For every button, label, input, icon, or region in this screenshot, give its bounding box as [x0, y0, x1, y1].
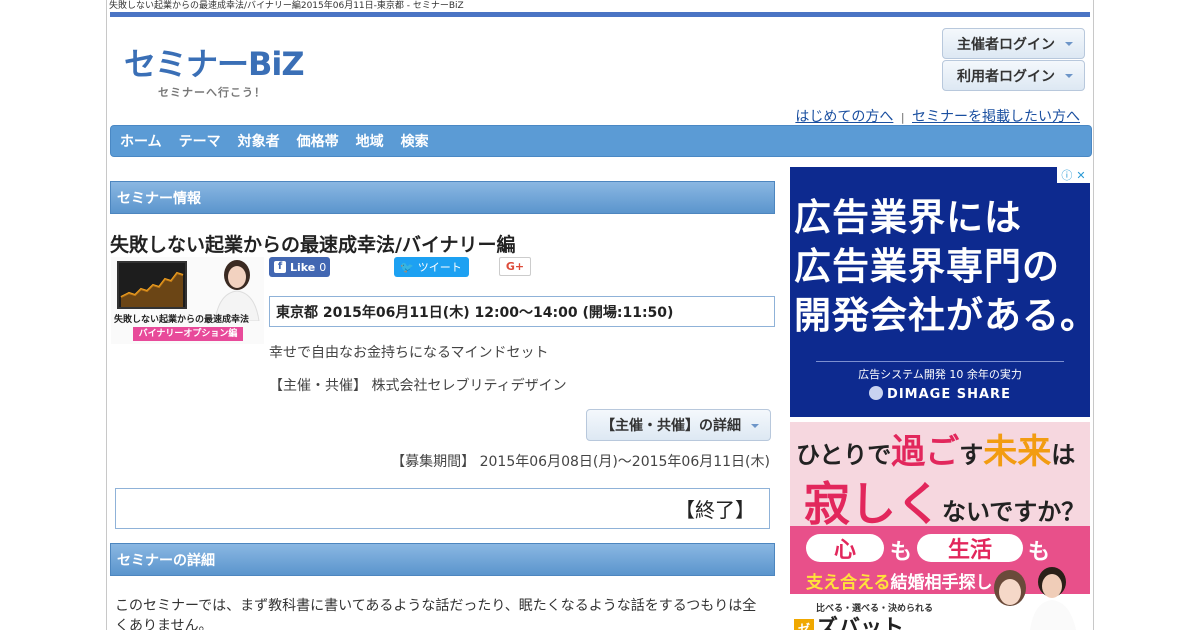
- chevron-down-icon: [751, 424, 759, 428]
- facebook-like-label: Like: [290, 260, 316, 274]
- ad-headline-3: 開発会社がある。: [794, 294, 1090, 337]
- host-detail-label: 【主催・共催】の詳細: [601, 418, 741, 434]
- owner-login-button[interactable]: 主催者ログイン: [942, 28, 1085, 59]
- chevron-down-icon: [1065, 42, 1073, 46]
- ad2-mo-1: も: [890, 540, 913, 565]
- ad2-h1-mid: す: [959, 441, 984, 469]
- ad2-h1-post: は: [1051, 441, 1076, 469]
- ad2-h1-em2: 未来: [983, 432, 1052, 472]
- nav-item-theme[interactable]: テーマ: [179, 131, 221, 151]
- ad2-h2-post: ないですか？: [942, 498, 1086, 526]
- owner-login-label: 主催者ログイン: [957, 36, 1055, 53]
- ad2-logo-text: ズバット: [816, 616, 905, 630]
- google-plus-icon: G+: [505, 260, 525, 273]
- seminar-thumbnail: 失敗しない起業からの最速成幸法 バイナリーオプション編: [111, 257, 264, 344]
- seminar-description: 幸せで自由なお金持ちになるマインドセット: [269, 345, 549, 361]
- info-icon: ⓘ: [1061, 169, 1073, 182]
- ad-choices[interactable]: ⓘ ✕: [1057, 167, 1090, 183]
- nav-item-audience[interactable]: 対象者: [238, 131, 280, 151]
- ad-divider: [816, 361, 1064, 362]
- facebook-icon: f: [274, 261, 286, 273]
- ad-brand: DIMAGE SHARE: [790, 386, 1090, 402]
- ad2-sub-yellow: 支え合える: [806, 573, 891, 593]
- couple-image: [988, 567, 1076, 630]
- facebook-like-button[interactable]: f Like 0: [269, 257, 330, 277]
- chart-screen-image: [117, 261, 187, 309]
- first-time-link[interactable]: はじめての方へ: [795, 109, 893, 125]
- ad2-logo: ゼズバット: [794, 610, 904, 630]
- ad2-h2-em: 寂しく: [804, 477, 942, 531]
- nav-item-search[interactable]: 検索: [401, 131, 429, 151]
- tweet-label: ツイート: [417, 261, 462, 274]
- ad2-pill-heart: 心: [806, 534, 884, 563]
- site-logo[interactable]: セミナーBiZ セミナーへ行こう！: [124, 44, 305, 106]
- twitter-bird-icon: 🐦: [400, 260, 414, 274]
- logo-text: セミナーBiZ: [124, 45, 305, 83]
- link-separator: |: [900, 111, 905, 124]
- host-detail-button[interactable]: 【主催・共催】の詳細: [586, 409, 771, 441]
- status-box: 【終了】: [115, 488, 770, 529]
- thumbnail-caption: 失敗しない起業からの最速成幸法: [114, 315, 250, 325]
- nav-item-price[interactable]: 価格帯: [297, 131, 339, 151]
- seminar-title: 失敗しない起業からの最速成幸法/バイナリー編: [110, 234, 516, 256]
- google-plus-button[interactable]: G+: [499, 257, 531, 276]
- logo-tagline: セミナーへ行こう！: [158, 86, 266, 99]
- ad-banner-marriage[interactable]: ひとりで過ごす未来は 寂しくないですか？ 心 も 生活 も 支え合える結婚相手探…: [790, 422, 1090, 630]
- tweet-button[interactable]: 🐦 ツイート: [394, 257, 469, 277]
- ad-subtext: 広告システム開発 10 余年の実力: [858, 368, 1022, 381]
- seminar-datetime: 東京都 2015年06月11日(木) 12:00～14:00 (開場:11:50…: [269, 296, 775, 327]
- user-login-button[interactable]: 利用者ログイン: [942, 60, 1085, 91]
- seminar-body-text: このセミナーでは、まず教科書に書いてあるような話だったり、眠たくなるような話をす…: [115, 598, 757, 630]
- facebook-like-count: 0: [319, 260, 327, 274]
- accent-bar: [110, 12, 1090, 17]
- recruitment-period: 【募集期間】 2015年06月08日(月)～2015年06月11日(木): [391, 454, 770, 470]
- top-links: はじめての方へ | セミナーを掲載したい方へ: [795, 106, 1080, 126]
- ad2-subline: 支え合える結婚相手探し: [806, 568, 993, 593]
- ad2-headline-2: 寂しくないですか？: [804, 468, 1085, 534]
- ad2-headline-1: ひとりで過ごす未来は: [796, 424, 1075, 473]
- zubat-logo-icon: ゼ: [794, 619, 814, 630]
- ad2-h1-pre: ひとりで: [796, 441, 892, 469]
- thumbnail-subcaption: バイナリーオプション編: [133, 327, 243, 341]
- section-header-detail: セミナーの詳細: [110, 543, 775, 576]
- ad-brand-name: DIMAGE SHARE: [887, 387, 1011, 402]
- nav-item-region[interactable]: 地域: [356, 131, 384, 151]
- ad-banner-dimage[interactable]: ⓘ ✕ 広告業界には 広告業界専門の 開発会社がある。 広告システム開発 10 …: [790, 167, 1090, 417]
- main-nav: ホーム テーマ 対象者 価格帯 地域 検索: [110, 125, 1092, 157]
- section-header-info: セミナー情報: [110, 181, 775, 214]
- chevron-down-icon: [1065, 74, 1073, 78]
- status-ended: 【終了】: [675, 498, 755, 522]
- brand-logo-icon: [869, 386, 884, 400]
- user-login-label: 利用者ログイン: [957, 68, 1055, 85]
- window-title: 失敗しない起業からの最速成幸法/バイナリー編2015年06月11日-東京都 - …: [109, 1, 464, 11]
- close-icon[interactable]: ✕: [1076, 169, 1085, 182]
- ad-headline-2: 広告業界専門の: [794, 245, 1060, 288]
- seminar-host: 【主催・共催】 株式会社セレブリティデザイン: [269, 378, 567, 394]
- ad2-pill-life: 生活: [917, 534, 1023, 563]
- ad2-h1-em1: 過ご: [891, 432, 960, 472]
- ad-headline-1: 広告業界には: [794, 196, 1022, 239]
- nav-item-home[interactable]: ホーム: [120, 131, 162, 151]
- post-seminar-link[interactable]: セミナーを掲載したい方へ: [912, 109, 1080, 125]
